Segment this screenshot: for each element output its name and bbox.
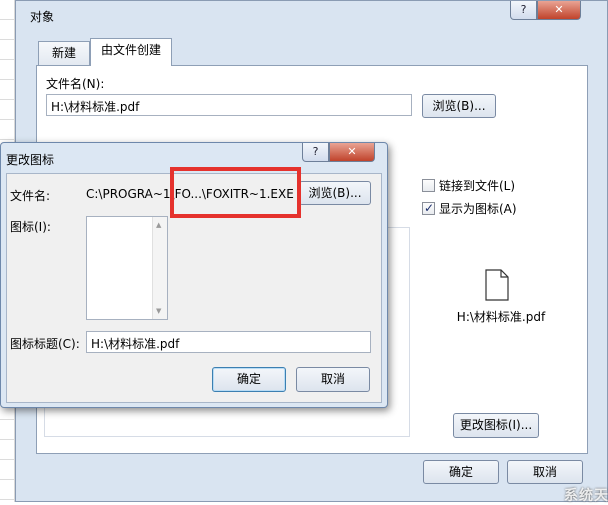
change-icon-button[interactable]: 更改图标(I)... [453,413,539,438]
tab-create-from-file[interactable]: 由文件创建 [90,38,172,66]
dialog-title: 对象 [30,10,55,24]
vertical-scrollbar[interactable]: ▲ ▼ [152,217,167,319]
close-button[interactable]: ✕ [537,1,581,20]
red-highlight-box [170,167,301,218]
help-button[interactable]: ? [510,1,537,20]
ci-cancel-button[interactable]: 取消 [296,367,370,392]
checkbox-box-checked[interactable] [422,200,435,216]
watermark-logo: 系统天地 [564,488,608,504]
cancel-button[interactable]: 取消 [507,460,583,484]
ci-browse-button[interactable]: 浏览(B)... [299,181,371,205]
browse-button[interactable]: 浏览(B)... [422,94,496,118]
document-icon [485,269,509,301]
tab-create-new[interactable]: 新建 [38,41,90,65]
icon-caption-input[interactable]: H:\材料标准.pdf [86,331,371,353]
close-button[interactable]: ✕ [329,143,375,162]
ok-button[interactable]: 确定 [423,460,499,484]
checkbox-box[interactable] [422,179,435,192]
help-button[interactable]: ? [302,143,329,162]
checkbox-label: 链接到文件(L) [439,179,516,193]
dialog-title: 更改图标 [6,153,55,167]
scroll-up-icon[interactable]: ▲ [156,221,161,229]
ci-caption-label: 图标标题(C): [10,337,80,351]
scroll-down-icon[interactable]: ▼ [156,307,161,315]
ci-filename-label: 文件名: [10,189,51,203]
ci-icon-label: 图标(I): [10,220,51,234]
filename-label: 文件名(N): [46,77,105,91]
checkbox-label: 显示为图标(A) [439,202,517,216]
filename-input[interactable]: H:\材料标准.pdf [46,94,412,116]
icon-list[interactable]: ▲ ▼ [86,216,168,320]
icon-caption-preview: H:\材料标准.pdf [456,310,546,324]
ci-ok-button[interactable]: 确定 [212,367,286,392]
